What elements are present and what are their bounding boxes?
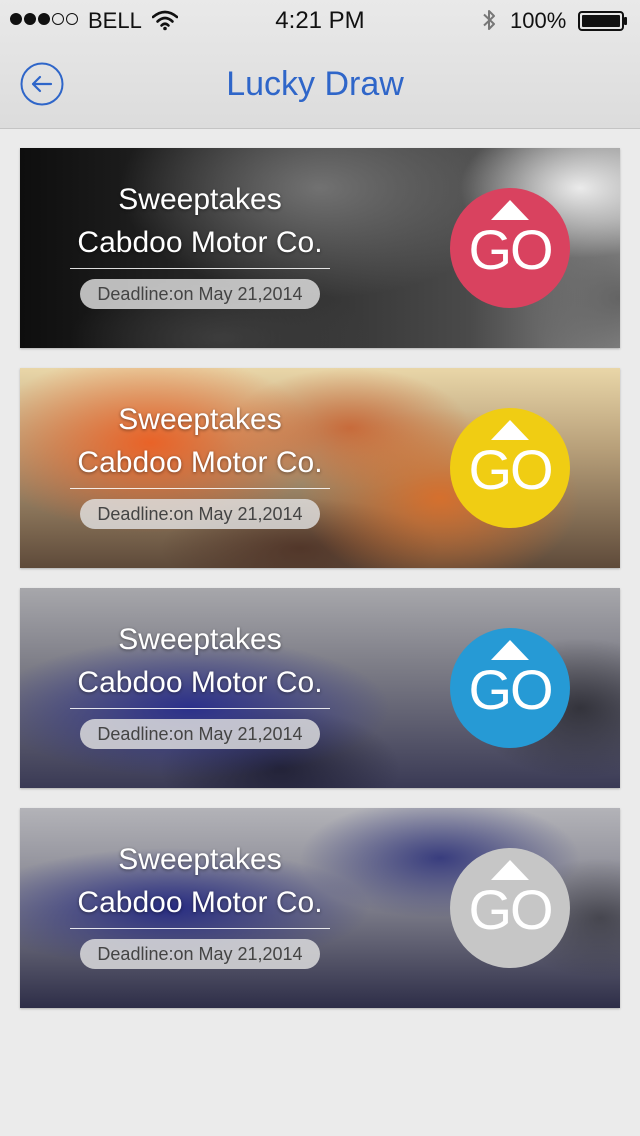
card-divider <box>70 268 330 269</box>
up-arrow-icon <box>491 200 529 220</box>
card-company: Cabdoo Motor Co. <box>77 666 323 699</box>
deadline-badge: Deadline:on May 21,2014 <box>80 279 320 309</box>
deadline-badge: Deadline:on May 21,2014 <box>80 939 320 969</box>
card-company: Cabdoo Motor Co. <box>77 446 323 479</box>
up-arrow-icon <box>491 640 529 660</box>
navigation-bar: Lucky Draw <box>0 40 640 128</box>
card-text: Sweeptakes Cabdoo Motor Co. Deadline:on … <box>70 178 330 309</box>
card-title: Sweeptakes <box>118 843 282 876</box>
sweepstakes-card[interactable]: Sweeptakes Cabdoo Motor Co. Deadline:on … <box>20 368 620 568</box>
card-text: Sweeptakes Cabdoo Motor Co. Deadline:on … <box>70 838 330 969</box>
battery-icon <box>578 11 627 31</box>
card-text: Sweeptakes Cabdoo Motor Co. Deadline:on … <box>70 618 330 749</box>
go-button[interactable]: GO <box>450 408 570 528</box>
deadline-badge: Deadline:on May 21,2014 <box>80 719 320 749</box>
sweepstakes-card[interactable]: Sweeptakes Cabdoo Motor Co. Deadline:on … <box>20 808 620 1008</box>
go-label: GO <box>468 218 553 281</box>
card-divider <box>70 488 330 489</box>
go-button[interactable]: GO <box>450 848 570 968</box>
bluetooth-icon <box>483 10 495 30</box>
card-divider <box>70 708 330 709</box>
sweepstakes-list: Sweeptakes Cabdoo Motor Co. Deadline:on … <box>20 148 620 1028</box>
top-bar: BELL 4:21 PM 100% Lucky Draw <box>0 0 640 129</box>
card-title: Sweeptakes <box>118 183 282 216</box>
go-label: GO <box>468 878 553 941</box>
up-arrow-icon <box>491 860 529 880</box>
sweepstakes-card[interactable]: Sweeptakes Cabdoo Motor Co. Deadline:on … <box>20 588 620 788</box>
card-company: Cabdoo Motor Co. <box>77 226 323 259</box>
go-button[interactable]: GO <box>450 628 570 748</box>
card-text: Sweeptakes Cabdoo Motor Co. Deadline:on … <box>70 398 330 529</box>
deadline-badge: Deadline:on May 21,2014 <box>80 499 320 529</box>
card-title: Sweeptakes <box>118 623 282 656</box>
page-title: Lucky Draw <box>226 65 404 103</box>
sweepstakes-card[interactable]: Sweeptakes Cabdoo Motor Co. Deadline:on … <box>20 148 620 348</box>
card-divider <box>70 928 330 929</box>
card-title: Sweeptakes <box>118 403 282 436</box>
up-arrow-icon <box>491 420 529 440</box>
status-bar: BELL 4:21 PM 100% <box>0 0 640 40</box>
battery-percentage: 100% <box>510 8 567 33</box>
go-label: GO <box>468 658 553 721</box>
card-company: Cabdoo Motor Co. <box>77 886 323 919</box>
go-label: GO <box>468 438 553 501</box>
go-button[interactable]: GO <box>450 188 570 308</box>
